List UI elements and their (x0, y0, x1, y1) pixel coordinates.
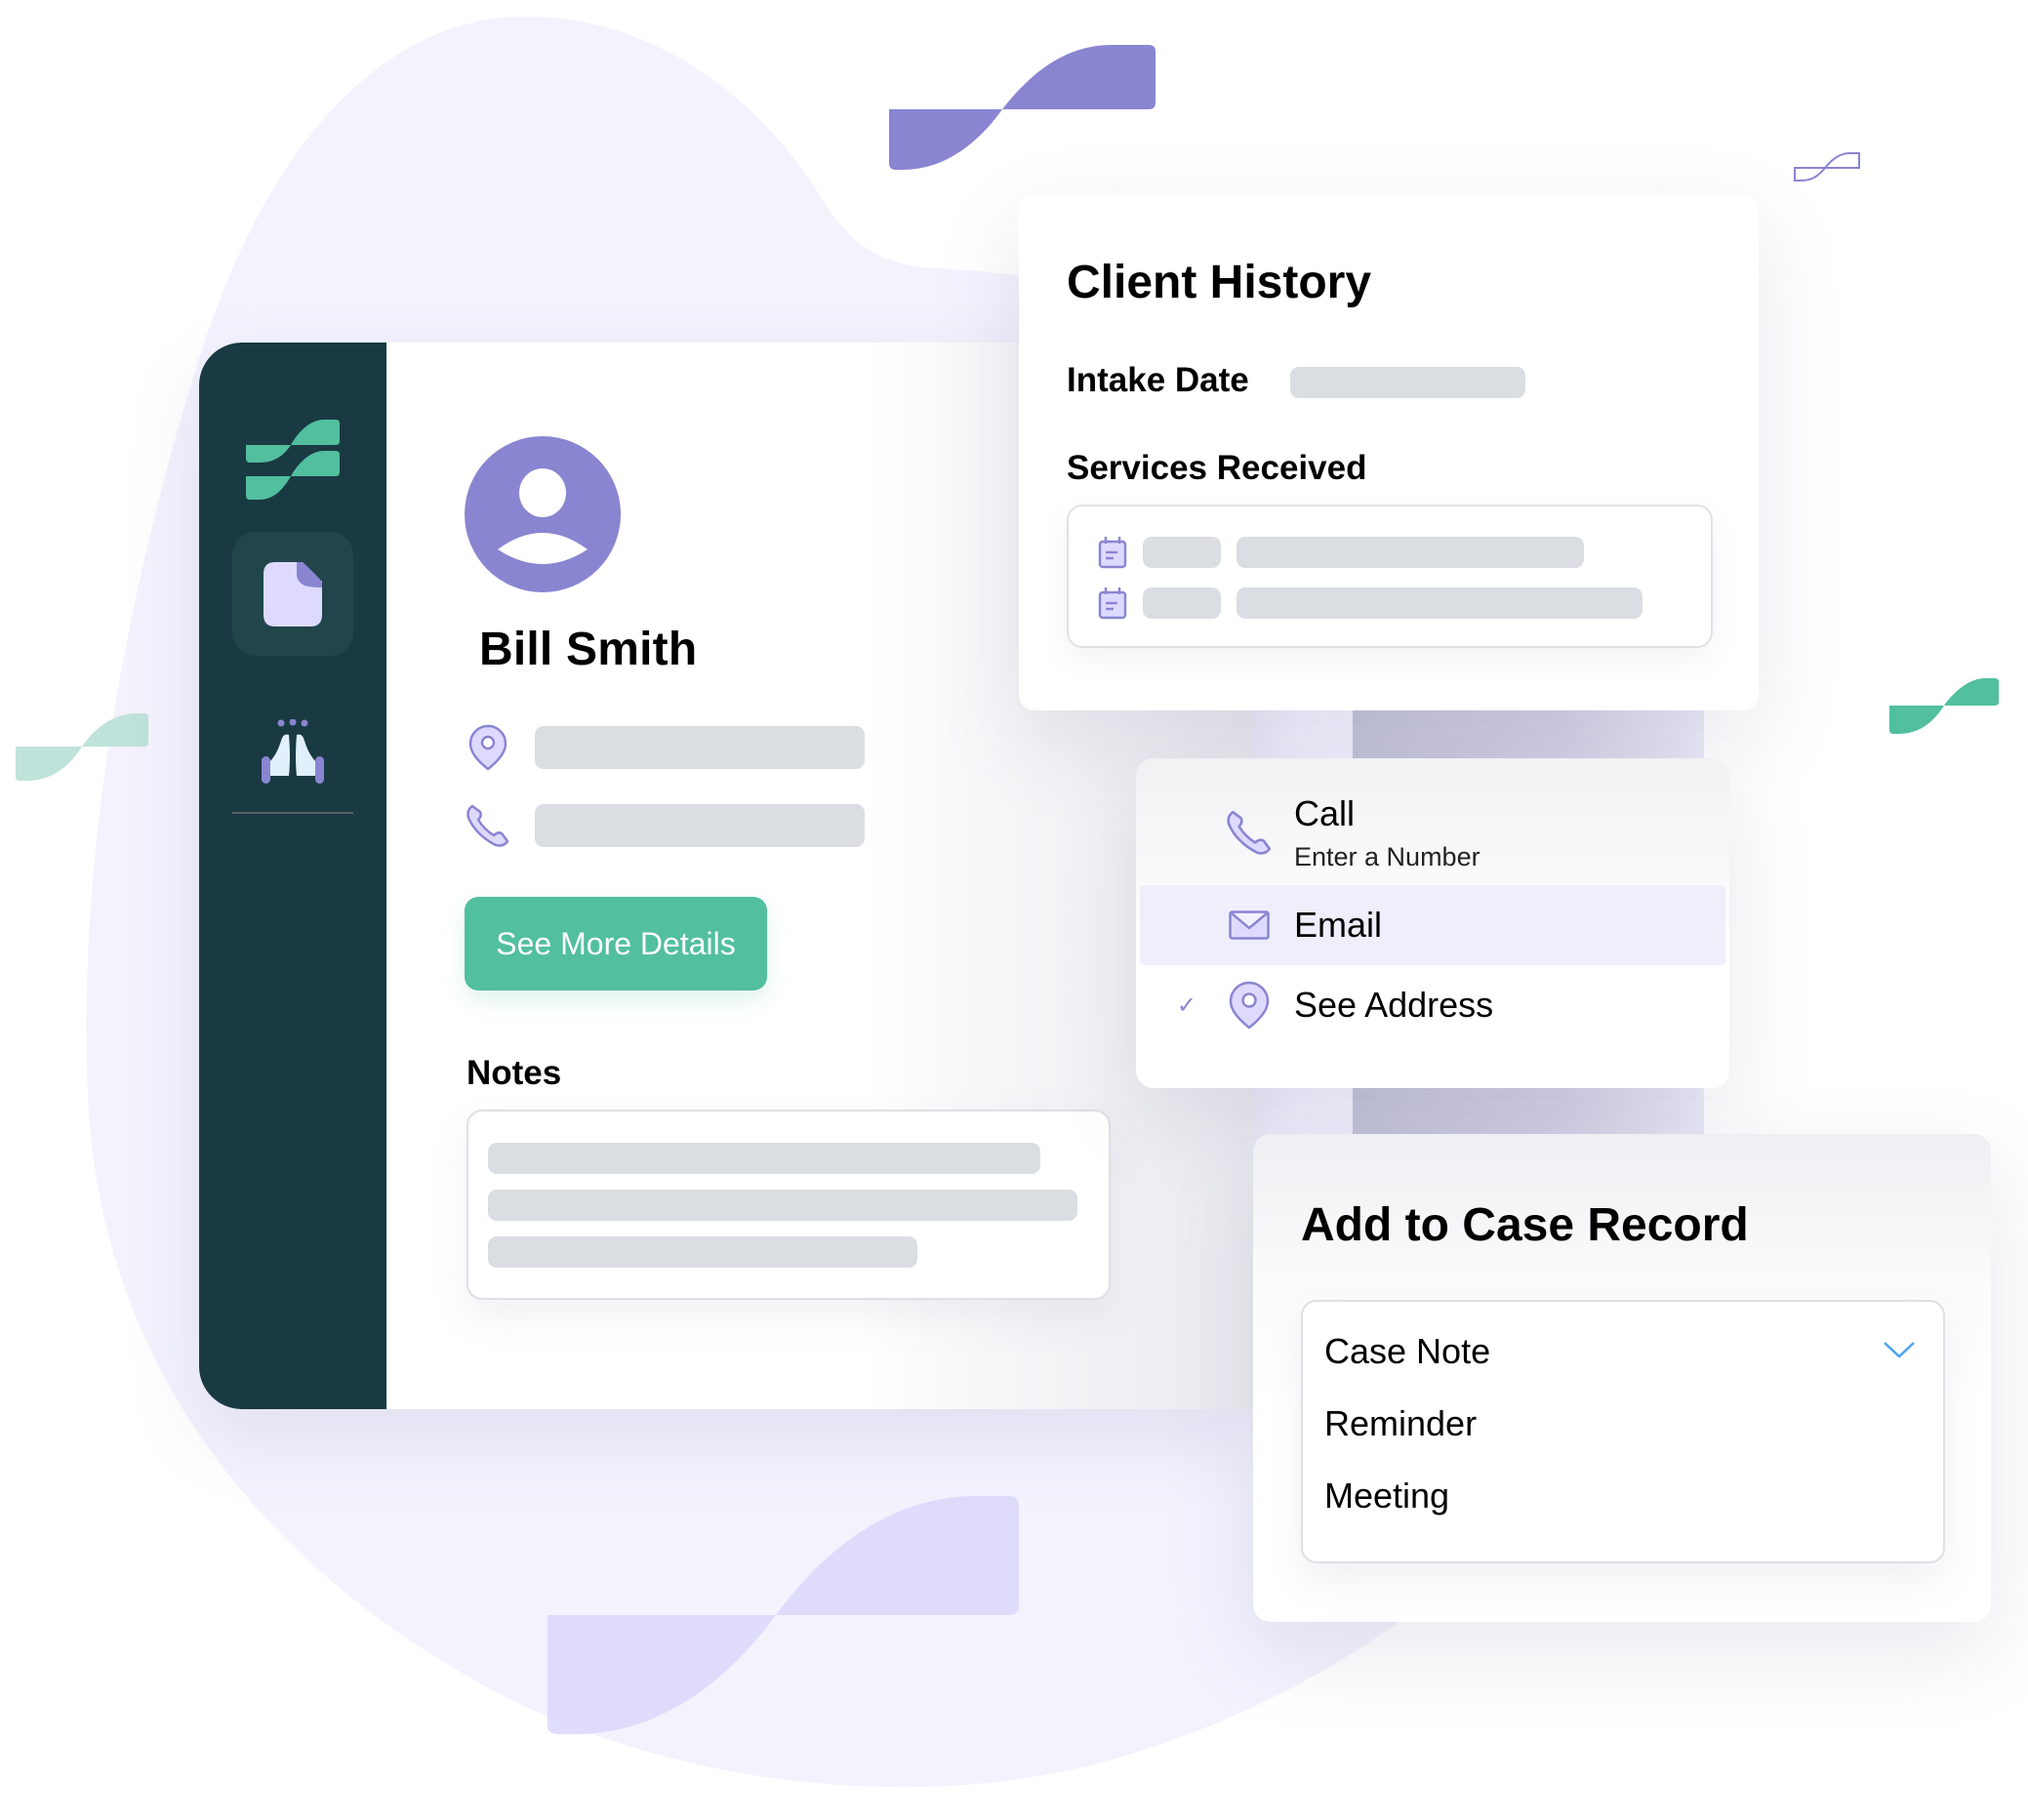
wave-shape-green-right (1889, 678, 1999, 734)
sidebar (199, 343, 386, 1409)
address-row (465, 724, 865, 771)
sidebar-item-documents[interactable] (232, 532, 353, 656)
service-date-placeholder (1143, 587, 1221, 619)
client-name: Bill Smith (479, 624, 698, 675)
phone-icon (465, 802, 511, 849)
menu-item-see-address[interactable]: ✓ See Address (1140, 965, 1725, 1045)
checkmark-icon: ✓ (1176, 991, 1197, 1019)
service-item[interactable] (1098, 536, 1584, 569)
sidebar-item-services[interactable] (232, 689, 353, 813)
menu-item-label: See Address (1294, 985, 1494, 1025)
service-date-placeholder (1143, 537, 1221, 568)
add-to-case-record-card: Add to Case Record Case Note Reminder Me… (1253, 1134, 1991, 1622)
record-type-dropdown[interactable]: Case Note Reminder Meeting (1301, 1300, 1945, 1563)
menu-item-sublabel: Enter a Number (1294, 841, 1480, 871)
contact-options-menu: Call Enter a Number Email ✓ See Address (1136, 758, 1729, 1088)
user-avatar-icon (465, 436, 621, 592)
praying-hands-icon (262, 718, 324, 784)
see-more-details-button[interactable]: See More Details (465, 897, 767, 991)
service-item[interactable] (1098, 586, 1643, 620)
mail-icon (1220, 910, 1278, 940)
phone-icon (1220, 808, 1278, 857)
menu-item-email[interactable]: Email (1140, 885, 1725, 965)
case-record-title: Add to Case Record (1301, 1199, 1749, 1251)
app-logo-icon (246, 420, 340, 500)
notes-line-placeholder (488, 1143, 1040, 1174)
service-name-placeholder (1237, 537, 1584, 568)
address-value-placeholder (535, 726, 865, 769)
notes-line-placeholder (488, 1190, 1077, 1221)
menu-item-label: Call (1294, 792, 1356, 833)
wave-shape-top (889, 45, 1156, 170)
chevron-down-icon[interactable] (1883, 1339, 1916, 1360)
services-received-label: Services Received (1067, 449, 1367, 487)
intake-date-placeholder (1290, 367, 1525, 398)
dropdown-option-meeting[interactable]: Meeting (1324, 1476, 1449, 1517)
dropdown-option-reminder[interactable]: Reminder (1324, 1403, 1477, 1444)
location-pin-icon (1220, 981, 1278, 1030)
service-name-placeholder (1237, 587, 1643, 619)
notes-label: Notes (466, 1054, 562, 1092)
calendar-note-icon (1098, 537, 1127, 569)
menu-item-label: Email (1294, 905, 1383, 945)
calendar-note-icon (1098, 587, 1127, 620)
phone-value-placeholder (535, 804, 865, 847)
client-history-card: Client History Intake Date Services Rece… (1019, 195, 1759, 710)
intake-date-label: Intake Date (1067, 361, 1249, 399)
menu-item-call[interactable]: Call Enter a Number (1140, 786, 1725, 879)
location-pin-icon (465, 724, 511, 771)
sidebar-divider (232, 812, 353, 814)
dropdown-option-case-note[interactable]: Case Note (1324, 1331, 1490, 1372)
services-list (1067, 505, 1713, 648)
wave-outline-small (1794, 152, 1860, 182)
notes-textarea[interactable] (466, 1110, 1111, 1300)
notes-line-placeholder (488, 1236, 917, 1268)
document-icon (264, 561, 322, 627)
client-history-title: Client History (1067, 257, 1372, 308)
phone-row (465, 802, 865, 849)
